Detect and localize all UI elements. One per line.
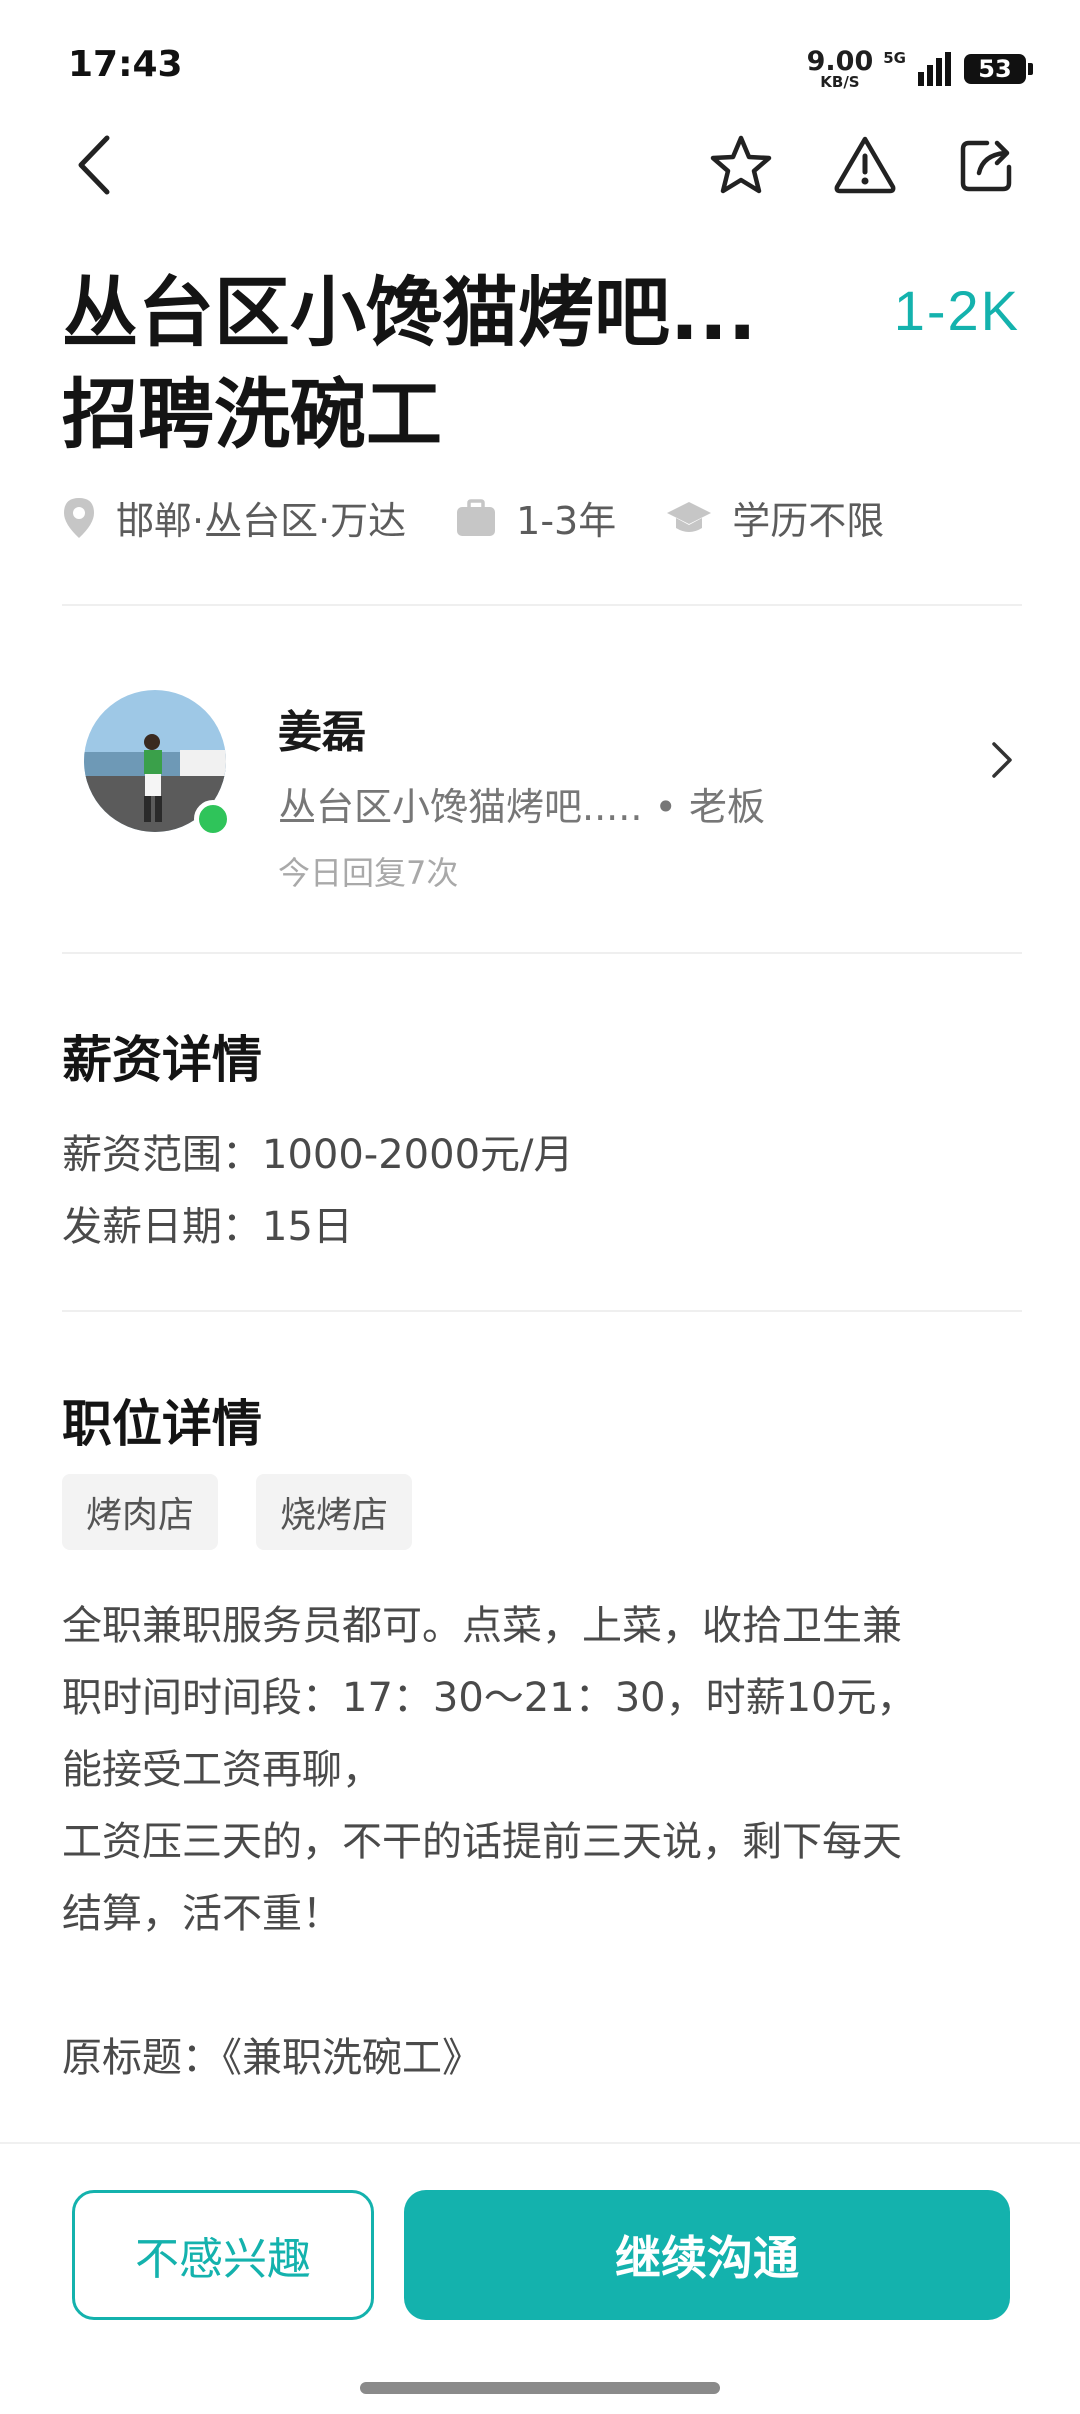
job-meta-row: 邯郸·丛台区·万达 1-3年 学历不限 xyxy=(62,490,934,545)
job-description: 全职兼职服务员都可。点菜，上菜，收拾卫生兼 职时间时间段：17：30～21：30… xyxy=(62,1603,917,2081)
education-text: 学历不限 xyxy=(732,499,885,543)
divider xyxy=(62,1310,1022,1312)
net-speed: 9.00 KB/S xyxy=(807,48,874,90)
battery-icon: 53 xyxy=(964,54,1033,84)
tag-barbecue-shop: 烧烤店 xyxy=(256,1474,413,1550)
status-indicators: 9.00 KB/S 5G 53 xyxy=(807,48,1033,90)
graduation-cap-icon xyxy=(667,501,712,532)
boss-company-role: 丛台区小馋猫烤吧..... • 老板 xyxy=(278,785,765,829)
divider xyxy=(62,604,1022,606)
location-pin-icon xyxy=(64,497,94,538)
net-speed-unit: KB/S xyxy=(820,73,860,91)
boss-name: 姜磊 xyxy=(278,707,366,758)
online-status-dot xyxy=(194,800,232,838)
position-section-title: 职位详情 xyxy=(62,1395,262,1453)
pay-date: 发薪日期：15日 xyxy=(62,1204,353,1250)
star-icon xyxy=(710,135,772,194)
signal-icon xyxy=(918,52,951,86)
boss-reply-stat: 今日回复7次 xyxy=(278,854,459,892)
experience-item: 1-3年 xyxy=(456,490,616,545)
location-item: 邯郸·丛台区·万达 xyxy=(62,490,406,545)
briefcase-icon xyxy=(457,498,496,536)
not-interested-button[interactable]: 不感兴趣 xyxy=(72,2190,374,2320)
tag-bbq-restaurant: 烤肉店 xyxy=(62,1474,219,1550)
continue-chat-button[interactable]: 继续沟通 xyxy=(404,2190,1010,2320)
warning-icon xyxy=(834,136,896,194)
job-title: 丛台区小馋猫烤吧... 招聘洗碗工 xyxy=(62,268,757,459)
experience-text: 1-3年 xyxy=(516,499,617,543)
salary-range: 薪资范围：1000-2000元/月 xyxy=(62,1132,574,1178)
share-icon xyxy=(960,140,1012,192)
home-indicator[interactable] xyxy=(360,2382,720,2394)
chevron-right-icon xyxy=(992,742,1012,778)
share-button[interactable] xyxy=(952,130,1022,200)
status-time: 17:43 xyxy=(68,44,183,85)
net-speed-value: 9.00 xyxy=(806,46,874,77)
report-button[interactable] xyxy=(830,130,900,200)
education-item: 学历不限 xyxy=(666,490,884,545)
divider xyxy=(62,952,1022,954)
boss-card-chevron xyxy=(990,740,1014,784)
chevron-left-icon xyxy=(78,135,110,195)
salary-label: 1-2K xyxy=(893,279,1020,342)
salary-section-title: 薪资详情 xyxy=(62,1031,262,1089)
network-type: 5G xyxy=(883,49,906,67)
location-text: 邯郸·丛台区·万达 xyxy=(116,499,407,543)
back-button[interactable] xyxy=(58,130,128,200)
favorite-button[interactable] xyxy=(706,130,776,200)
